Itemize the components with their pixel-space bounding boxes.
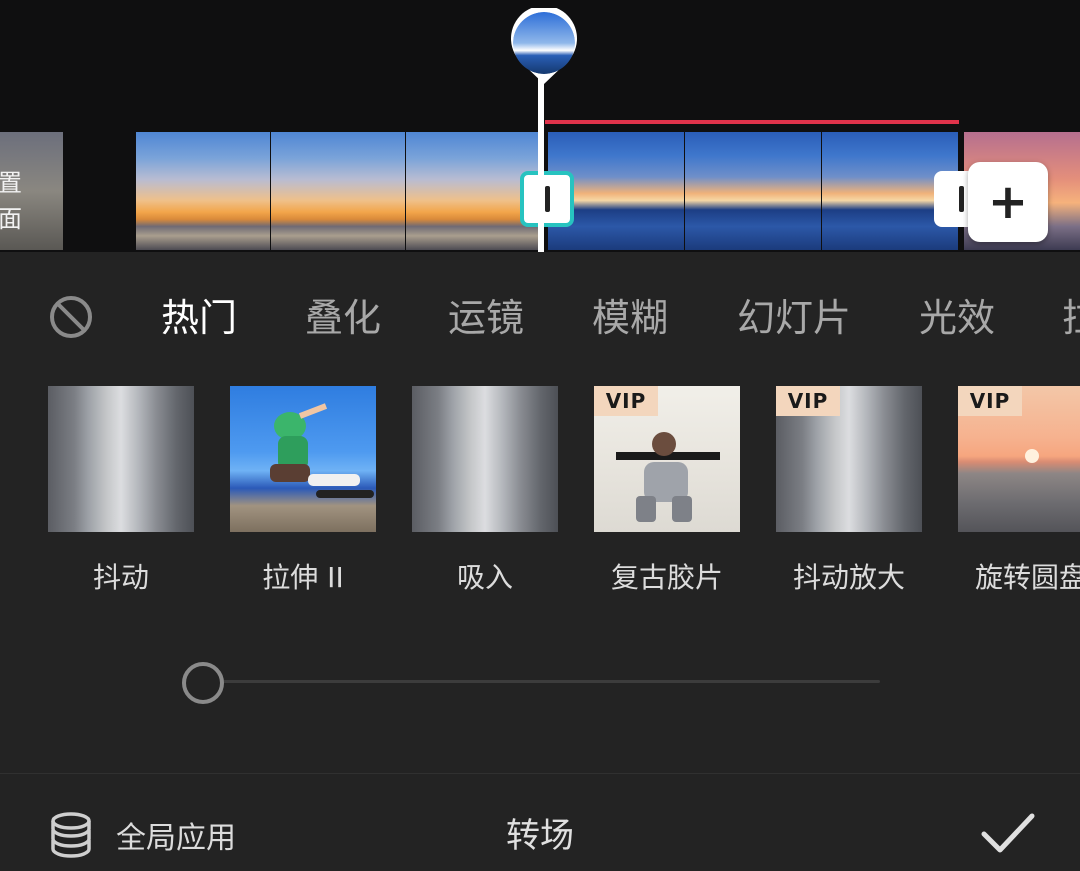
clip-frame [136, 132, 270, 250]
effect-thumbnail: VIP [776, 386, 922, 532]
tab-slideshow[interactable]: 幻灯片 [737, 290, 851, 346]
tab-camera-move[interactable]: 运镜 [448, 290, 524, 346]
effect-thumbnail: VIP [958, 386, 1080, 532]
effect-thumbnail: VIP [594, 386, 740, 532]
selected-range-line [545, 120, 959, 124]
apply-all-label: 全局应用 [116, 821, 236, 856]
vip-badge: VIP [958, 386, 1022, 416]
tab-dissolve[interactable]: 叠化 [305, 290, 381, 346]
tab-hot[interactable]: 热门 [161, 290, 237, 346]
clip-previous[interactable]: 置 面 [0, 132, 63, 250]
duration-slider-track[interactable] [202, 680, 880, 683]
apply-all-button[interactable]: 全局应用 [50, 805, 236, 865]
panel-title: 转场 [506, 816, 574, 856]
tab-blur[interactable]: 模糊 [592, 290, 668, 346]
add-clip-button[interactable]: + [968, 162, 1048, 242]
clip-frame [685, 132, 821, 250]
effect-label: 旋转圆盘 [974, 561, 1080, 594]
tab-more[interactable]: 拉 [1062, 290, 1080, 346]
playhead-thumbnail-pin[interactable] [509, 8, 579, 86]
effect-label: 抖动 [92, 561, 149, 594]
skater-image [270, 403, 374, 498]
effect-thumbnail [412, 386, 558, 532]
effect-label: 吸入 [456, 561, 513, 594]
clip-sunset[interactable] [136, 132, 540, 250]
effect-thumbnail [48, 386, 194, 532]
divider [0, 773, 1080, 774]
effect-label: 拉伸 II [262, 561, 344, 594]
clip-frame [271, 132, 405, 250]
effect-label: 抖动放大 [792, 561, 905, 594]
tab-light-effect[interactable]: 光效 [919, 290, 995, 346]
timeline[interactable]: 置 面 + [0, 0, 1080, 252]
transition-bar-icon [544, 186, 550, 212]
vip-badge: VIP [776, 386, 840, 416]
clip-label-line1: 置 [0, 169, 22, 197]
transition-button-selected[interactable] [520, 171, 574, 227]
clip-sea[interactable] [548, 132, 958, 250]
vip-badge: VIP [594, 386, 658, 416]
confirm-check-icon[interactable] [980, 810, 1036, 858]
effect-thumbnail [230, 386, 376, 532]
duration-slider-knob[interactable] [182, 662, 224, 704]
transition-bar-icon [958, 186, 964, 212]
clip-label-line2: 面 [0, 205, 22, 233]
no-transition-icon[interactable] [48, 294, 94, 340]
layers-icon [51, 812, 91, 858]
effect-label: 复古胶片 [610, 561, 723, 594]
